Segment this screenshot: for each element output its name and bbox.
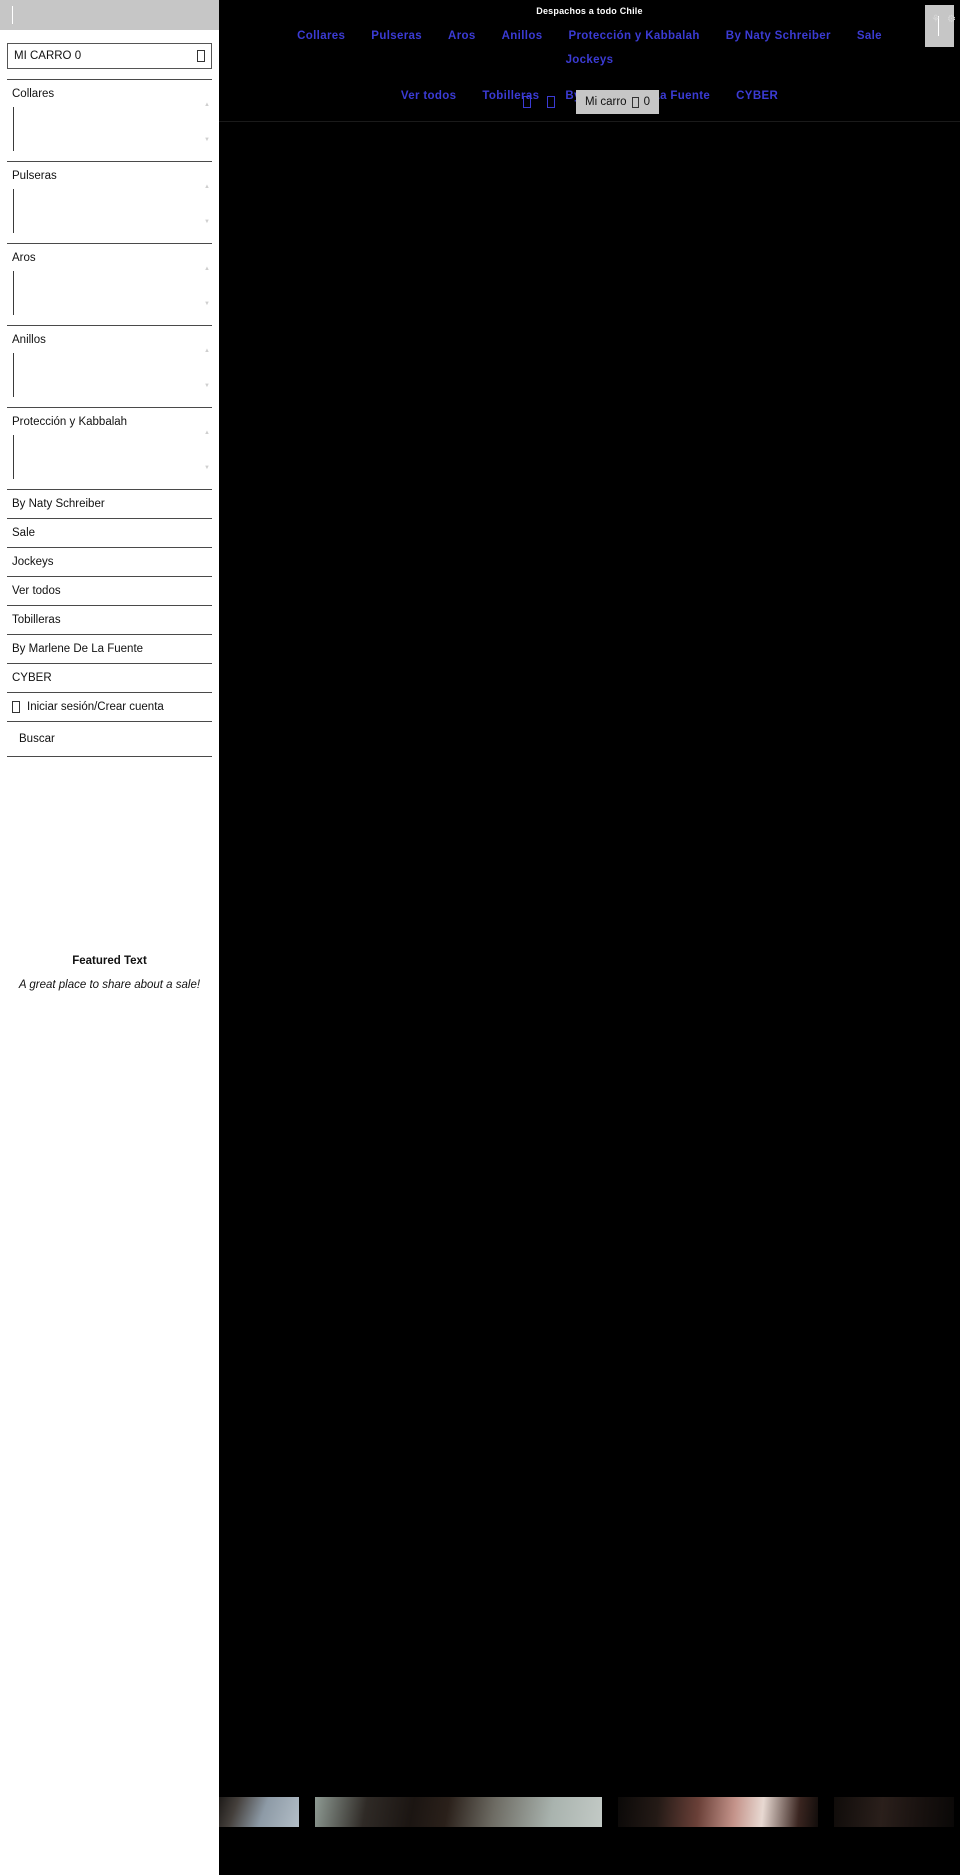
chevron-down-icon[interactable]: ▼: [204, 219, 210, 225]
chevron-down-icon[interactable]: ▼: [204, 301, 210, 307]
menu-item-label: Aros: [12, 252, 36, 264]
menu-item-label: By Naty Schreiber: [12, 498, 105, 510]
hero-section: [219, 121, 960, 1827]
chevron-up-icon[interactable]: ▲: [204, 430, 210, 436]
menu-bottom-divider: [7, 756, 212, 757]
mobile-menu-panel: MI CARRO 0 Collares ▲ ▼ Pulseras ▲ ▼ Aro…: [0, 0, 219, 1875]
chevron-up-icon[interactable]: ▲: [204, 184, 210, 190]
user-icon: [12, 701, 20, 713]
strip-image-4[interactable]: [834, 1797, 954, 1827]
search-icon[interactable]: [520, 94, 534, 110]
menu-item-label: Sale: [12, 527, 36, 539]
floating-text-input[interactable]: [925, 5, 954, 47]
nav-link-anillos[interactable]: Anillos: [489, 24, 556, 48]
menu-item-cyber[interactable]: CYBER: [7, 663, 212, 692]
page-root: Despachos a todo Chile Collares Pulseras…: [0, 0, 960, 1875]
text-cursor-icon: [12, 6, 13, 24]
submenu-rail: [13, 271, 14, 315]
menu-item-label: CYBER: [12, 672, 52, 684]
menu-item-ver-todos[interactable]: Ver todos: [7, 576, 212, 605]
account-icon[interactable]: [544, 94, 558, 110]
menu-item-sale[interactable]: Sale: [7, 518, 212, 547]
panel-menu: Collares ▲ ▼ Pulseras ▲ ▼ Aros ▲ ▼ Anill…: [7, 79, 212, 757]
announcement-bar: Despachos a todo Chile: [219, 0, 960, 22]
menu-item-label: By Marlene De La Fuente: [12, 643, 144, 655]
image-strip: [219, 1797, 960, 1827]
nav-link-sale[interactable]: Sale: [844, 24, 895, 48]
menu-item-label: Ver todos: [12, 585, 61, 597]
menu-item-aros[interactable]: Aros ▲ ▼: [7, 243, 212, 315]
menu-item-account[interactable]: Iniciar sesión/Crear cuenta: [7, 692, 212, 721]
menu-item-label: Collares: [12, 88, 55, 100]
cart-count: 0: [643, 96, 650, 108]
cart-button[interactable]: Mi carro 0: [576, 90, 659, 114]
menu-item-anillos[interactable]: Anillos ▲ ▼: [7, 325, 212, 397]
chevron-down-icon[interactable]: ▼: [204, 465, 210, 471]
panel-cart-field[interactable]: MI CARRO 0: [7, 43, 212, 69]
chevron-up-icon[interactable]: ▲: [204, 348, 210, 354]
submenu-rail: [13, 189, 14, 233]
shopping-bag-icon: [197, 50, 205, 62]
nav-link-by-naty-schreiber[interactable]: By Naty Schreiber: [713, 24, 844, 48]
menu-item-label: Anillos: [12, 334, 46, 346]
chevron-down-icon[interactable]: ▼: [204, 383, 210, 389]
submenu-rail: [13, 107, 14, 151]
nav-row-primary: Collares Pulseras Aros Anillos Protecció…: [259, 24, 920, 72]
cart-button-label: Mi carro: [585, 96, 627, 108]
menu-item-label: Pulseras: [12, 170, 57, 182]
nav-link-proteccion-y-kabbalah[interactable]: Protección y Kabbalah: [555, 24, 712, 48]
panel-top-bar[interactable]: [0, 0, 219, 30]
menu-item-jockeys[interactable]: Jockeys: [7, 547, 212, 576]
panel-search-item[interactable]: Buscar: [7, 721, 212, 756]
menu-item-pulseras[interactable]: Pulseras ▲ ▼: [7, 161, 212, 233]
chevron-up-icon[interactable]: ▲: [204, 102, 210, 108]
menu-item-by-marlene-de-la-fuente[interactable]: By Marlene De La Fuente: [7, 634, 212, 663]
shopping-bag-icon: [631, 96, 639, 108]
strip-image-1[interactable]: [219, 1797, 299, 1827]
site-content: Despachos a todo Chile Collares Pulseras…: [219, 0, 960, 1875]
chevron-down-icon[interactable]: ▼: [204, 137, 210, 143]
corner-glyph-icons: ⚘ ⚙: [931, 14, 958, 25]
submenu-rail: [13, 435, 14, 479]
nav-link-jockeys[interactable]: Jockeys: [553, 48, 627, 72]
featured-text-block: Featured Text A great place to share abo…: [0, 955, 219, 991]
menu-item-label: Tobilleras: [12, 614, 61, 626]
header-utility-row: Mi carro 0: [219, 90, 960, 114]
submenu-rail: [13, 353, 14, 397]
strip-image-3[interactable]: [618, 1797, 818, 1827]
nav-link-aros[interactable]: Aros: [435, 24, 489, 48]
featured-title: Featured Text: [72, 955, 147, 967]
chevron-up-icon[interactable]: ▲: [204, 266, 210, 272]
account-link-label: Iniciar sesión/Crear cuenta: [27, 701, 164, 713]
menu-item-by-naty-schreiber[interactable]: By Naty Schreiber: [7, 489, 212, 518]
featured-subtitle: A great place to share about a sale!: [18, 979, 201, 991]
nav-link-collares[interactable]: Collares: [284, 24, 358, 48]
nav-link-pulseras[interactable]: Pulseras: [358, 24, 435, 48]
panel-cart-label: MI CARRO 0: [14, 50, 82, 62]
menu-item-collares[interactable]: Collares ▲ ▼: [7, 79, 212, 151]
menu-item-label: Protección y Kabbalah: [12, 416, 128, 428]
menu-item-label: Jockeys: [12, 556, 54, 568]
strip-image-2[interactable]: [315, 1797, 602, 1827]
menu-item-tobilleras[interactable]: Tobilleras: [7, 605, 212, 634]
search-label: Buscar: [19, 733, 55, 745]
menu-item-proteccion-y-kabbalah[interactable]: Protección y Kabbalah ▲ ▼: [7, 407, 212, 479]
